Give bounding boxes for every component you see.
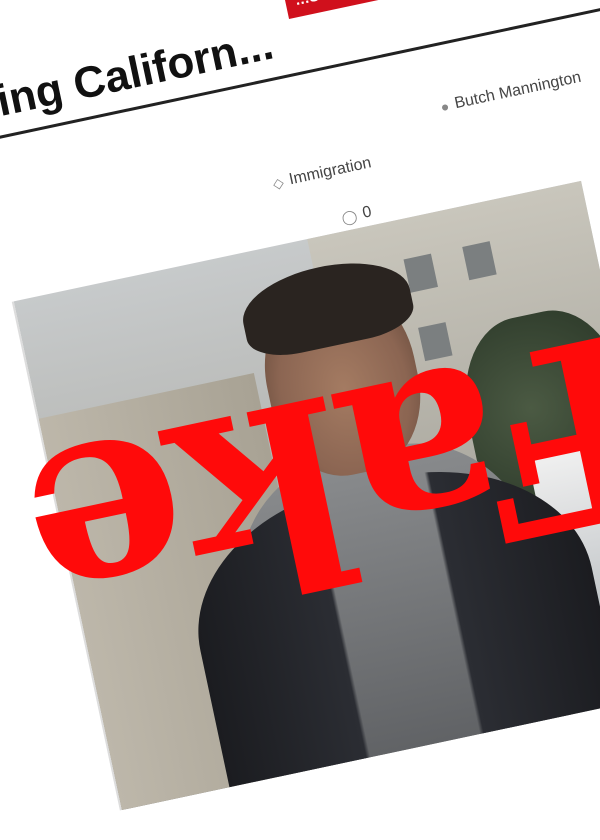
category-link[interactable]: Immigration bbox=[288, 154, 373, 189]
building-window bbox=[462, 241, 497, 281]
user-icon: ● bbox=[439, 97, 451, 116]
comment-count[interactable]: 0 bbox=[361, 203, 373, 222]
category-meta[interactable]: ◇ Immigration bbox=[271, 154, 373, 192]
comments-meta[interactable]: ◯ 0 bbox=[340, 203, 374, 227]
author-name[interactable]: Butch Mannington bbox=[453, 69, 583, 113]
author-meta[interactable]: ● Butch Mannington bbox=[439, 69, 583, 116]
article-page: ...tarting Californ... ...S ANIMAL UP! ●… bbox=[0, 0, 600, 840]
comment-icon: ◯ bbox=[339, 206, 359, 226]
tag-icon: ◇ bbox=[271, 173, 286, 192]
